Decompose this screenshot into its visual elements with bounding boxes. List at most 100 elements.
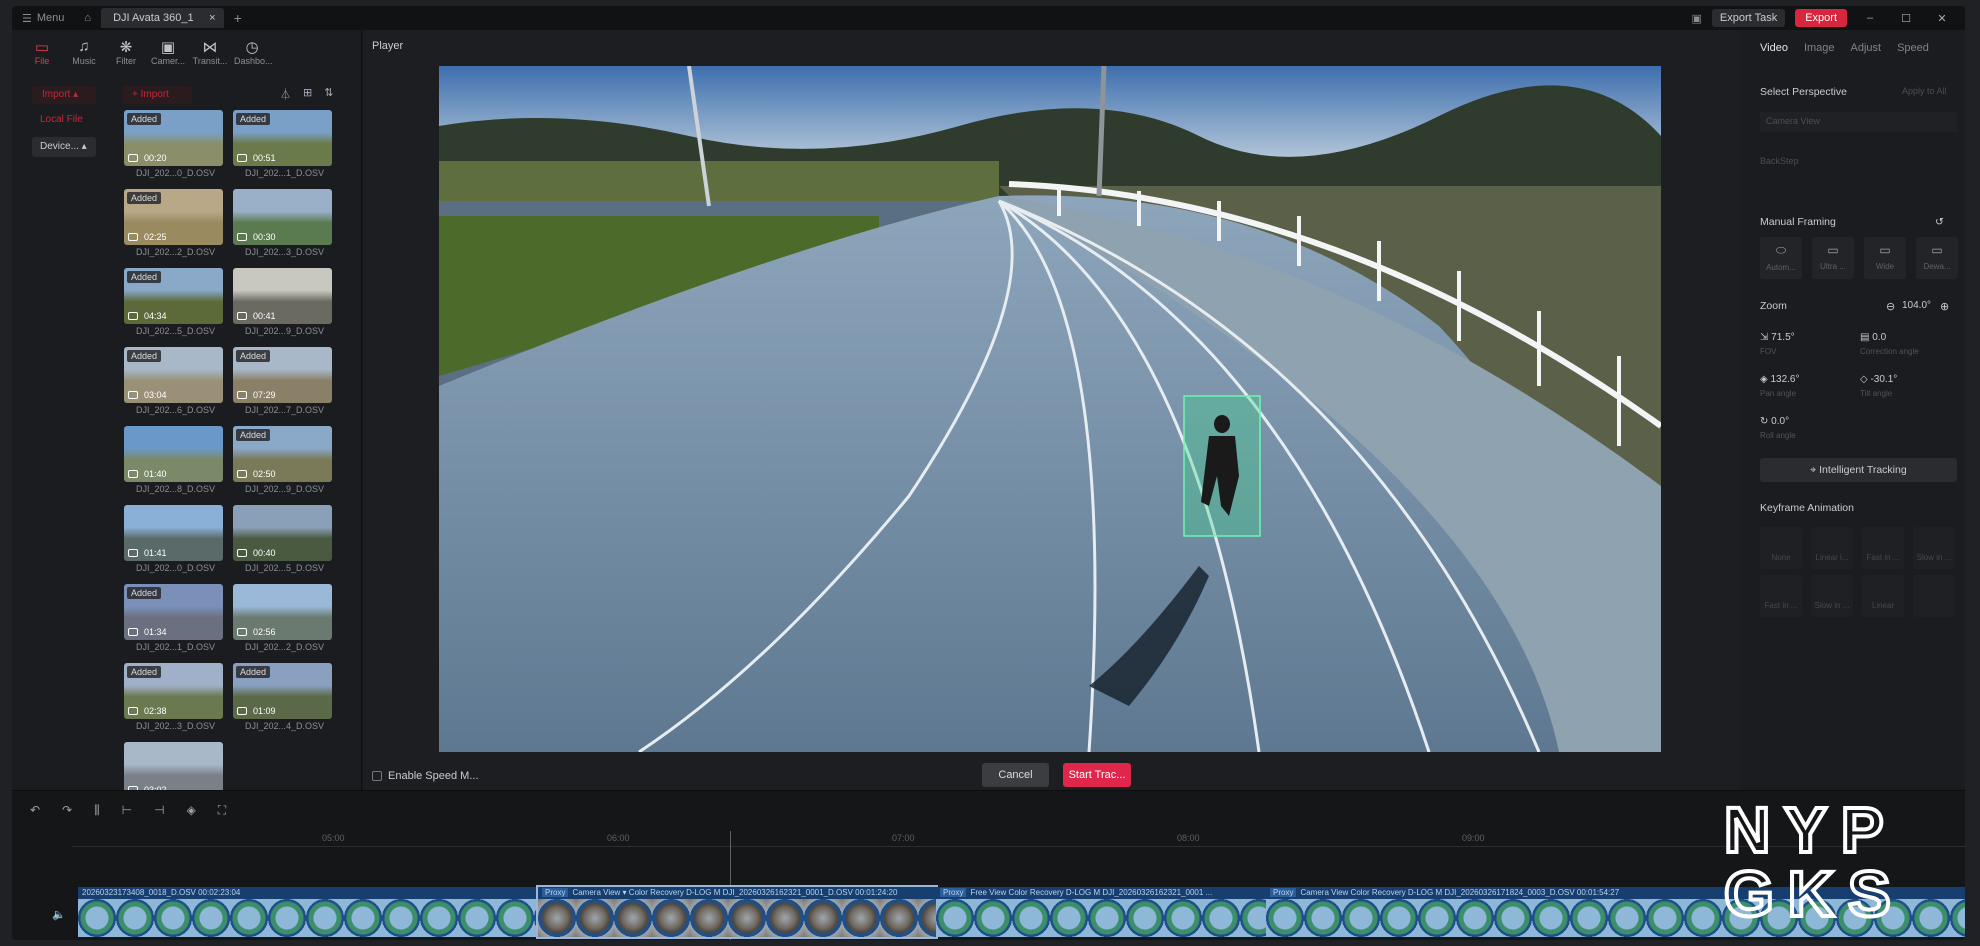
time-ruler[interactable]: 05:00 06:00 07:00 08:00 09:00 bbox=[72, 831, 1965, 847]
fov-value[interactable]: ⇲ 71.5° bbox=[1760, 332, 1795, 343]
export-task-button[interactable]: Export Task bbox=[1711, 9, 1786, 27]
menu-button[interactable]: ☰ Menu bbox=[12, 12, 74, 25]
toolbar-label: File bbox=[34, 56, 50, 66]
clip-thumbnail[interactable]: Added 01:09 DJI_202...4_D.OSV bbox=[233, 663, 332, 737]
clip-thumbnail[interactable]: Added 01:34 DJI_202...1_D.OSV bbox=[124, 584, 223, 658]
backstep-checkbox[interactable]: BackStep bbox=[1760, 156, 1799, 166]
clip-image: Added 01:34 bbox=[124, 584, 223, 640]
keyframe-preset[interactable]: Linear i... bbox=[1811, 527, 1853, 569]
cancel-button[interactable]: Cancel bbox=[982, 763, 1049, 787]
home-icon[interactable]: ⌂ bbox=[84, 12, 91, 24]
clip-thumbnail[interactable]: Added 02:38 DJI_202...3_D.OSV bbox=[124, 663, 223, 737]
toolbar-folder[interactable]: ▭ File bbox=[24, 38, 60, 66]
clip-thumbnail[interactable]: 00:30 DJI_202...3_D.OSV bbox=[233, 189, 332, 263]
keyframe-preset[interactable]: Linear bbox=[1862, 575, 1904, 617]
camera-icon bbox=[237, 707, 247, 715]
tab-speed[interactable]: Speed bbox=[1897, 42, 1929, 54]
clip-thumbnail[interactable]: Added 04:34 DJI_202...5_D.OSV bbox=[124, 268, 223, 342]
fit-icon[interactable]: ⛶ bbox=[218, 803, 226, 818]
local-file-item[interactable]: Local File bbox=[40, 114, 83, 125]
clip-thumbnail[interactable]: 01:41 DJI_202...0_D.OSV bbox=[124, 505, 223, 579]
keyframe-preset[interactable]: None bbox=[1760, 527, 1802, 569]
clip-image: 00:41 bbox=[233, 268, 332, 324]
keyframe-preset[interactable]: Slow in ... bbox=[1811, 575, 1853, 617]
clip-thumbnail[interactable]: Added 02:50 DJI_202...9_D.OSV bbox=[233, 426, 332, 500]
tilt-value[interactable]: ◇ -30.1° bbox=[1860, 374, 1897, 385]
device-dropdown[interactable]: Device... ▴ bbox=[32, 137, 96, 157]
intelligent-tracking-button[interactable]: ⌖ Intelligent Tracking bbox=[1760, 458, 1957, 482]
speaker-icon[interactable]: 🔈 bbox=[52, 908, 66, 921]
framing-option[interactable]: ▭ Dewa... bbox=[1916, 237, 1958, 279]
keyframe-icon[interactable]: ◈ bbox=[187, 803, 196, 818]
camera-view-select[interactable]: Camera View bbox=[1760, 112, 1957, 132]
video-preview[interactable] bbox=[439, 66, 1661, 752]
toolbar-dashboard[interactable]: ◷ Dashbo... bbox=[234, 38, 273, 66]
grid-view-icon[interactable]: ⊞ bbox=[303, 86, 312, 102]
timeline-clip[interactable]: 20260323173408_0018_D.OSV 00:02:23:04 bbox=[78, 887, 538, 937]
framing-option[interactable]: ⬭ Autom... bbox=[1760, 237, 1802, 279]
clip-thumbnail[interactable]: Added 03:04 DJI_202...6_D.OSV bbox=[124, 347, 223, 421]
clip-thumbnail[interactable]: 00:40 DJI_202...5_D.OSV bbox=[233, 505, 332, 579]
roll-value[interactable]: ↻ 0.0° bbox=[1760, 416, 1789, 427]
clip-thumbnail[interactable]: 02:56 DJI_202...2_D.OSV bbox=[233, 584, 332, 658]
tab-adjust[interactable]: Adjust bbox=[1851, 42, 1882, 54]
music-icon: ♫ bbox=[78, 38, 90, 55]
toolbar-filter[interactable]: ❋ Filter bbox=[108, 38, 144, 66]
split-icon[interactable]: ⫼ bbox=[94, 803, 100, 818]
keyframe-preset[interactable]: Fast in ... bbox=[1760, 575, 1802, 617]
video-track[interactable]: 20260323173408_0018_D.OSV 00:02:23:04 Pro… bbox=[78, 885, 1965, 939]
trim-start-icon[interactable]: ⊢ bbox=[122, 803, 132, 818]
timeline-clip[interactable]: Proxy Camera View ▾ Color Recovery D-LOG … bbox=[536, 885, 938, 939]
project-tab[interactable]: DJI Avata 360_1 × bbox=[101, 8, 224, 28]
pan-value[interactable]: ◈ 132.6° bbox=[1760, 374, 1800, 385]
clip-thumbnail[interactable]: 00:41 DJI_202...9_D.OSV bbox=[233, 268, 332, 342]
minimize-icon[interactable]: – bbox=[1857, 12, 1883, 24]
trim-end-icon[interactable]: ⊣ bbox=[154, 803, 164, 818]
close-icon[interactable]: ✕ bbox=[1929, 12, 1955, 25]
clip-name: DJI_202...1_D.OSV bbox=[136, 642, 216, 652]
clip-thumbnail[interactable]: Added 00:51 DJI_202...1_D.OSV bbox=[233, 110, 332, 184]
zoom-value[interactable]: 104.0° bbox=[1902, 300, 1931, 311]
clip-frames bbox=[538, 899, 936, 937]
framing-option[interactable]: ▭ Wide bbox=[1864, 237, 1906, 279]
close-tab-icon[interactable]: × bbox=[209, 12, 215, 24]
tab-image[interactable]: Image bbox=[1804, 42, 1835, 54]
clip-thumbnail[interactable]: Added 02:25 DJI_202...2_D.OSV bbox=[124, 189, 223, 263]
sort-icon[interactable]: ⇅ bbox=[324, 86, 333, 102]
undo-icon[interactable]: ↶ bbox=[30, 803, 40, 818]
new-tab-icon[interactable]: + bbox=[234, 10, 242, 26]
camera-icon bbox=[237, 154, 247, 162]
keyframe-preset[interactable]: Slow in ... bbox=[1913, 527, 1955, 569]
clip-thumbnail[interactable]: Added 00:20 DJI_202...0_D.OSV bbox=[124, 110, 223, 184]
enable-speed-checkbox[interactable]: Enable Speed M... bbox=[372, 770, 479, 782]
timeline-clip[interactable]: Proxy Free View Color Recovery D-LOG M DJ… bbox=[936, 887, 1266, 937]
ruler-tick: 05:00 bbox=[322, 833, 345, 843]
toolbar-transition[interactable]: ⋈ Transit... bbox=[192, 38, 228, 66]
clip-thumbnail[interactable]: 01:40 DJI_202...8_D.OSV bbox=[124, 426, 223, 500]
toolbar-label: Dashbo... bbox=[234, 56, 273, 66]
keyframe-preset[interactable]: Fast in ... bbox=[1862, 527, 1904, 569]
keyframe-preset[interactable] bbox=[1913, 575, 1955, 617]
zoom-in-icon[interactable]: ⊕ bbox=[1940, 300, 1949, 313]
framing-option[interactable]: ▭ Ultra ... bbox=[1812, 237, 1854, 279]
keyframe-label: Fast in ... bbox=[1866, 553, 1900, 562]
clip-duration: 04:34 bbox=[144, 311, 167, 321]
apply-all-button[interactable]: Apply to All bbox=[1902, 86, 1947, 96]
clip-thumbnail[interactable]: Added 07:29 DJI_202...7_D.OSV bbox=[233, 347, 332, 421]
maximize-icon[interactable]: ☐ bbox=[1893, 12, 1919, 25]
clip-duration: 00:41 bbox=[253, 311, 276, 321]
tab-video[interactable]: Video bbox=[1760, 42, 1788, 54]
export-button[interactable]: Export bbox=[1795, 9, 1847, 27]
correction-value[interactable]: ▤ 0.0 bbox=[1860, 332, 1886, 343]
import-dropdown[interactable]: Import ▴ bbox=[32, 86, 96, 104]
manual-framing-label: Manual Framing bbox=[1760, 216, 1836, 228]
start-tracking-button[interactable]: Start Trac... bbox=[1063, 763, 1131, 787]
zoom-out-icon[interactable]: ⊖ bbox=[1886, 300, 1895, 313]
redo-icon[interactable]: ↷ bbox=[62, 803, 72, 818]
import-button[interactable]: + Import bbox=[122, 86, 192, 104]
filter-icon[interactable]: ⏃ bbox=[280, 86, 291, 102]
reset-icon[interactable]: ↺ bbox=[1935, 216, 1944, 228]
toolbar-music[interactable]: ♫ Music bbox=[66, 38, 102, 66]
layout-icon[interactable]: ▣ bbox=[1692, 12, 1702, 25]
toolbar-camera[interactable]: ▣ Camer... bbox=[150, 38, 186, 66]
